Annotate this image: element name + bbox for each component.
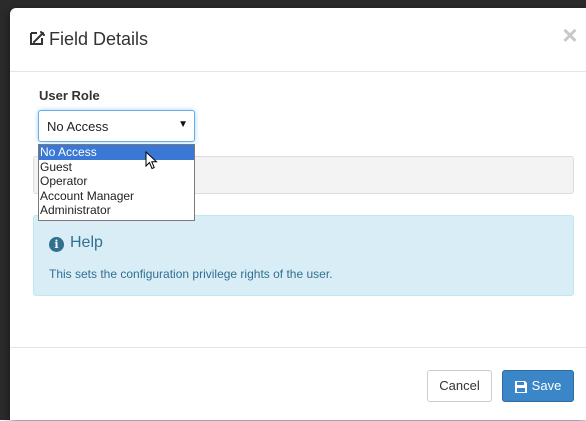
option-operator[interactable]: Operator	[39, 174, 194, 189]
cancel-button[interactable]: Cancel	[427, 370, 492, 402]
help-text: This sets the configuration privilege ri…	[49, 267, 333, 281]
help-title: Help	[70, 234, 103, 251]
save-button[interactable]: Save	[502, 370, 574, 402]
user-role-label: User Role	[39, 88, 100, 103]
save-icon	[514, 380, 527, 393]
option-administrator[interactable]: Administrator	[39, 203, 194, 218]
modal-header: Field Details ×	[10, 8, 586, 72]
modal-title: Field Details	[49, 29, 149, 49]
info-icon: i	[49, 237, 64, 252]
cancel-label: Cancel	[439, 378, 480, 393]
help-panel: i Help This sets the configuration privi…	[33, 215, 574, 296]
field-details-modal: Field Details × User Role No Access ▼ No…	[10, 8, 586, 420]
user-role-dropdown: No Access Guest Operator Account Manager…	[38, 144, 195, 221]
modal-footer: Cancel Save	[10, 347, 586, 421]
background-page	[0, 170, 10, 184]
caret-down-icon: ▼	[178, 119, 188, 130]
edit-icon	[30, 31, 45, 45]
select-value: No Access	[47, 119, 109, 134]
mouse-pointer-icon	[145, 151, 158, 170]
option-guest[interactable]: Guest	[39, 160, 194, 175]
option-no-access[interactable]: No Access	[39, 145, 194, 160]
save-label: Save	[531, 378, 562, 393]
user-role-select[interactable]: No Access ▼	[38, 110, 195, 142]
option-account-manager[interactable]: Account Manager	[39, 189, 194, 204]
close-icon[interactable]: ×	[558, 22, 582, 48]
